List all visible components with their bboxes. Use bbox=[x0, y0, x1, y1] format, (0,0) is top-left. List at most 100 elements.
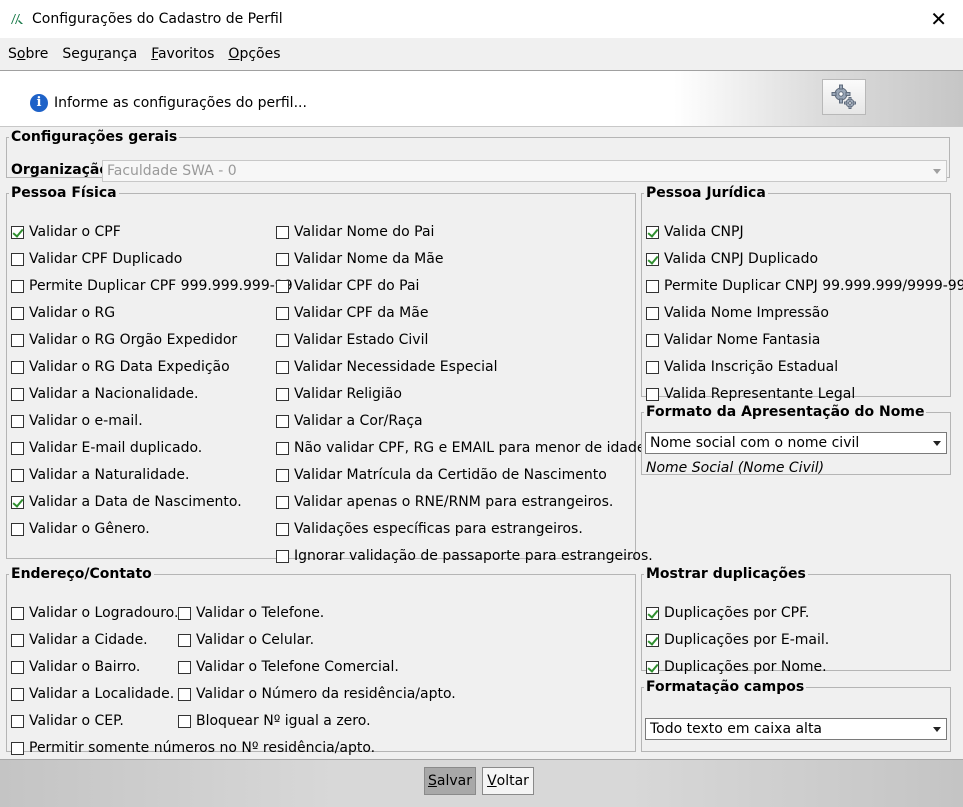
checkbox-unchecked[interactable] bbox=[276, 441, 289, 455]
checkbox-unchecked[interactable] bbox=[646, 333, 659, 347]
checkbox-row[interactable]: Validar a Cor/Raça bbox=[276, 411, 423, 431]
checkbox-row[interactable]: Validar Nome Fantasia bbox=[646, 330, 820, 350]
checkbox-unchecked[interactable] bbox=[276, 360, 289, 374]
checkbox-unchecked[interactable] bbox=[646, 360, 659, 374]
checkbox-row[interactable]: Validar Religião bbox=[276, 384, 402, 404]
checkbox-row[interactable]: Validar E-mail duplicado. bbox=[11, 438, 202, 458]
checkbox-row[interactable]: Valida Nome Impressão bbox=[646, 303, 829, 323]
checkbox-unchecked[interactable] bbox=[11, 387, 24, 401]
checkbox-unchecked[interactable] bbox=[11, 714, 24, 728]
checkbox-unchecked[interactable] bbox=[276, 333, 289, 347]
checkbox-row[interactable]: Não validar CPF, RG e EMAIL para menor d… bbox=[276, 438, 645, 458]
checkbox-unchecked[interactable] bbox=[11, 660, 24, 674]
checkbox-unchecked[interactable] bbox=[178, 687, 191, 701]
checkbox-unchecked[interactable] bbox=[11, 333, 24, 347]
checkbox-row[interactable]: Validar o Bairro. bbox=[11, 657, 140, 677]
checkbox-row[interactable]: Validar o CPF bbox=[11, 222, 121, 242]
checkbox-row[interactable]: Validar Matrícula da Certidão de Nascime… bbox=[276, 465, 607, 485]
checkbox-row[interactable]: Validar o e-mail. bbox=[11, 411, 143, 431]
checkbox-row[interactable]: Permitir somente números no Nº residênci… bbox=[11, 738, 375, 758]
checkbox-row[interactable]: Valida CNPJ Duplicado bbox=[646, 249, 818, 269]
checkbox-row[interactable]: Validar o Telefone Comercial. bbox=[178, 657, 399, 677]
checkbox-row[interactable]: Permite Duplicar CPF 999.999.999-99 bbox=[11, 276, 293, 296]
checkbox-unchecked[interactable] bbox=[11, 741, 24, 755]
checkbox-checked[interactable] bbox=[646, 252, 659, 266]
checkbox-row[interactable]: Validar Necessidade Especial bbox=[276, 357, 498, 377]
checkbox-unchecked[interactable] bbox=[178, 606, 191, 620]
checkbox-checked[interactable] bbox=[11, 495, 24, 509]
checkbox-unchecked[interactable] bbox=[276, 414, 289, 428]
checkbox-row[interactable]: Validações específicas para estrangeiros… bbox=[276, 519, 583, 539]
checkbox-row[interactable]: Validar o RG bbox=[11, 303, 115, 323]
checkbox-unchecked[interactable] bbox=[276, 495, 289, 509]
checkbox-unchecked[interactable] bbox=[11, 252, 24, 266]
checkbox-row[interactable]: Validar Estado Civil bbox=[276, 330, 428, 350]
checkbox-row[interactable]: Validar a Naturalidade. bbox=[11, 465, 190, 485]
checkbox-unchecked[interactable] bbox=[11, 414, 24, 428]
checkbox-unchecked[interactable] bbox=[646, 279, 659, 293]
checkbox-row[interactable]: Validar a Cidade. bbox=[11, 630, 148, 650]
checkbox-unchecked[interactable] bbox=[276, 522, 289, 536]
checkbox-unchecked[interactable] bbox=[11, 606, 24, 620]
checkbox-unchecked[interactable] bbox=[11, 360, 24, 374]
checkbox-row[interactable]: Bloquear Nº igual a zero. bbox=[178, 711, 371, 731]
checkbox-row[interactable]: Validar CPF do Pai bbox=[276, 276, 419, 296]
checkbox-checked[interactable] bbox=[646, 225, 659, 239]
checkbox-unchecked[interactable] bbox=[11, 306, 24, 320]
checkbox-checked[interactable] bbox=[646, 606, 659, 620]
checkbox-checked[interactable] bbox=[646, 633, 659, 647]
checkbox-unchecked[interactable] bbox=[178, 660, 191, 674]
checkbox-unchecked[interactable] bbox=[276, 549, 289, 563]
checkbox-unchecked[interactable] bbox=[276, 279, 289, 293]
settings-button[interactable] bbox=[822, 79, 866, 115]
checkbox-row[interactable]: Duplicações por CPF. bbox=[646, 603, 809, 623]
checkbox-unchecked[interactable] bbox=[276, 306, 289, 320]
checkbox-row[interactable]: Validar o Logradouro. bbox=[11, 603, 178, 623]
checkbox-row[interactable]: Validar Nome da Mãe bbox=[276, 249, 443, 269]
checkbox-unchecked[interactable] bbox=[276, 252, 289, 266]
formatacao-select[interactable]: Todo texto em caixa alta bbox=[645, 718, 947, 740]
checkbox-unchecked[interactable] bbox=[276, 468, 289, 482]
checkbox-row[interactable]: Permite Duplicar CNPJ 99.999.999/9999-99 bbox=[646, 276, 963, 296]
checkbox-row[interactable]: Validar o Gênero. bbox=[11, 519, 150, 539]
checkbox-row[interactable]: Valida Inscrição Estadual bbox=[646, 357, 838, 377]
checkbox-unchecked[interactable] bbox=[11, 522, 24, 536]
checkbox-unchecked[interactable] bbox=[11, 468, 24, 482]
checkbox-row[interactable]: Validar a Nacionalidade. bbox=[11, 384, 198, 404]
checkbox-row[interactable]: Validar a Data de Nascimento. bbox=[11, 492, 242, 512]
checkbox-unchecked[interactable] bbox=[276, 387, 289, 401]
checkbox-row[interactable]: Validar CPF da Mãe bbox=[276, 303, 428, 323]
checkbox-row[interactable]: Validar apenas o RNE/RNM para estrangeir… bbox=[276, 492, 613, 512]
save-button[interactable]: Salvar bbox=[424, 767, 476, 795]
menu-favoritos[interactable]: Favoritos bbox=[151, 46, 214, 62]
checkbox-unchecked[interactable] bbox=[11, 633, 24, 647]
checkbox-row[interactable]: Validar Nome do Pai bbox=[276, 222, 434, 242]
organization-select[interactable]: Faculdade SWA - 0 bbox=[102, 160, 947, 182]
menu-sobre[interactable]: Sobre bbox=[8, 46, 48, 62]
checkbox-row[interactable]: Validar o CEP. bbox=[11, 711, 124, 731]
checkbox-row[interactable]: Duplicações por E-mail. bbox=[646, 630, 829, 650]
checkbox-row[interactable]: Duplicações por Nome. bbox=[646, 657, 827, 677]
checkbox-row[interactable]: Ignorar validação de passaporte para est… bbox=[276, 546, 653, 566]
checkbox-checked[interactable] bbox=[11, 225, 24, 239]
checkbox-unchecked[interactable] bbox=[646, 306, 659, 320]
checkbox-row[interactable]: Validar o RG Orgão Expedidor bbox=[11, 330, 237, 350]
checkbox-checked[interactable] bbox=[646, 660, 659, 674]
checkbox-row[interactable]: Validar o RG Data Expedição bbox=[11, 357, 230, 377]
checkbox-row[interactable]: Valida Representante Legal bbox=[646, 384, 855, 404]
checkbox-row[interactable]: Validar CPF Duplicado bbox=[11, 249, 182, 269]
checkbox-row[interactable]: Valida CNPJ bbox=[646, 222, 744, 242]
checkbox-row[interactable]: Validar o Celular. bbox=[178, 630, 314, 650]
menu-opcoes[interactable]: Opções bbox=[228, 46, 280, 62]
checkbox-unchecked[interactable] bbox=[178, 633, 191, 647]
checkbox-unchecked[interactable] bbox=[178, 714, 191, 728]
close-icon[interactable]: ✕ bbox=[930, 9, 947, 29]
checkbox-unchecked[interactable] bbox=[646, 387, 659, 401]
checkbox-unchecked[interactable] bbox=[11, 687, 24, 701]
checkbox-row[interactable]: Validar a Localidade. bbox=[11, 684, 174, 704]
checkbox-unchecked[interactable] bbox=[11, 279, 24, 293]
name-format-select[interactable]: Nome social com o nome civil bbox=[645, 432, 947, 454]
checkbox-row[interactable]: Validar o Número da residência/apto. bbox=[178, 684, 456, 704]
checkbox-unchecked[interactable] bbox=[276, 225, 289, 239]
back-button[interactable]: Voltar bbox=[482, 767, 534, 795]
